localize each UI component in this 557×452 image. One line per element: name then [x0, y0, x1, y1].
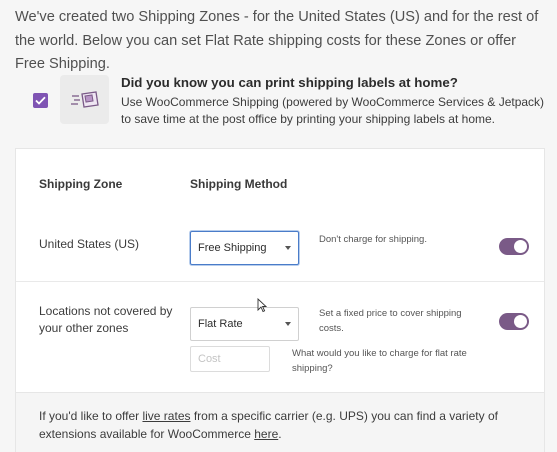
live-rates-link[interactable]: live rates: [142, 409, 190, 423]
shipping-method-select-other[interactable]: Flat Rate: [190, 307, 299, 341]
print-labels-checkbox[interactable]: [33, 93, 48, 108]
footer-note: If you'd like to offer live rates from a…: [16, 392, 544, 452]
row-divider: [16, 281, 544, 282]
shipping-label-icon: [60, 75, 109, 124]
selected-method: Free Shipping: [198, 242, 267, 254]
method-description-other: Set a fixed price to cover shipping cost…: [319, 308, 462, 334]
cost-help-text: What would you like to charge for flat r…: [292, 348, 467, 374]
shipping-zones-card: Shipping Zone Shipping Method United Sta…: [15, 148, 545, 452]
dropdown-caret-icon: [285, 322, 291, 326]
method-description-us: Don't charge for shipping.: [319, 234, 427, 245]
zone-name-other: Locations not covered by your other zone…: [39, 304, 173, 335]
footer-text-before: If you'd like to offer: [39, 409, 143, 423]
header-shipping-zone: Shipping Zone: [39, 177, 123, 191]
mouse-cursor-icon: [257, 298, 267, 313]
toggle-knob: [514, 240, 527, 253]
intro-text: We've created two Shipping Zones - for t…: [15, 9, 539, 72]
footer-text: If you'd like to offer live rates from a…: [39, 407, 519, 443]
promo-title: Did you know you can print shipping labe…: [121, 75, 458, 90]
header-shipping-method: Shipping Method: [190, 177, 288, 191]
dropdown-caret-icon: [285, 246, 291, 250]
selected-method: Flat Rate: [198, 318, 243, 330]
shipping-method-select-us[interactable]: Free Shipping: [190, 231, 299, 265]
enable-toggle-other[interactable]: [499, 313, 529, 330]
checkmark-icon: [35, 96, 46, 105]
footer-text-after: .: [278, 427, 282, 441]
toggle-knob: [514, 315, 527, 328]
flat-rate-cost-input[interactable]: [190, 346, 270, 372]
extensions-here-link[interactable]: here: [254, 427, 278, 441]
promo-description: Use WooCommerce Shipping (powered by Woo…: [121, 95, 545, 126]
zone-name-us: United States (US): [39, 237, 140, 251]
enable-toggle-us[interactable]: [499, 238, 529, 255]
